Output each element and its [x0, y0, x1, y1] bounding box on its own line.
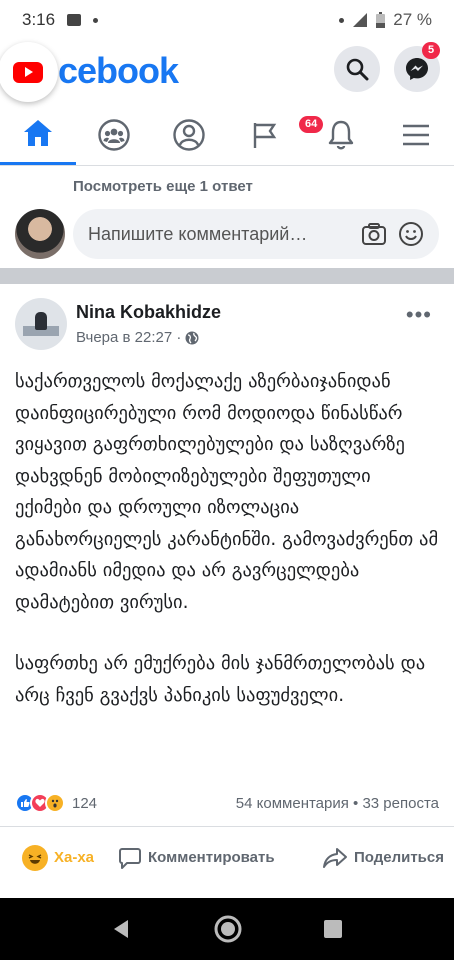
- reactions-bar: 124 54 комментария • 33 репоста: [15, 790, 439, 816]
- author-avatar[interactable]: [15, 298, 67, 350]
- comment-input[interactable]: Напишите комментарий…: [73, 209, 439, 259]
- app-logo: cebook: [58, 50, 179, 91]
- profile-icon: [173, 118, 205, 151]
- post-header: Nina Kobakhidze Вчера в 22:27 · •••: [0, 298, 454, 352]
- share-button[interactable]: Поделиться: [322, 846, 444, 870]
- share-icon: [322, 847, 347, 868]
- comment-button[interactable]: Комментировать: [118, 846, 275, 870]
- messenger-badge: 5: [422, 42, 441, 60]
- status-time: 3:16: [22, 10, 56, 29]
- post-meta: Вчера в 22:27 ·: [76, 329, 199, 346]
- youtube-bubble[interactable]: [0, 42, 58, 102]
- comment-share-stats[interactable]: 54 комментария • 33 репоста: [236, 795, 439, 812]
- home-icon: [23, 120, 52, 146]
- view-more-replies-link[interactable]: Посмотреть еще 1 ответ: [73, 178, 253, 195]
- wow-reaction-icon: [45, 793, 65, 813]
- tab-groups[interactable]: [76, 104, 152, 165]
- flag-icon: [253, 122, 277, 148]
- tab-notifications[interactable]: [303, 104, 379, 165]
- youtube-icon: [13, 61, 43, 83]
- app-header: cebook 5: [0, 40, 454, 102]
- bell-icon: [328, 120, 353, 149]
- comment-input-placeholder: Напишите комментарий…: [88, 223, 308, 244]
- groups-icon: [97, 118, 130, 151]
- message-icon: [67, 14, 82, 26]
- emoji-icon[interactable]: [398, 221, 424, 247]
- tab-profile[interactable]: [151, 104, 227, 165]
- reaction-count[interactable]: 124: [72, 795, 97, 812]
- search-button[interactable]: [334, 46, 380, 92]
- comment-label: Комментировать: [148, 849, 275, 866]
- messenger-button[interactable]: 5: [394, 42, 441, 92]
- globe-icon: [185, 331, 199, 344]
- avatar[interactable]: [15, 209, 65, 259]
- home-nav-icon[interactable]: [213, 914, 243, 944]
- post-paragraph: საქართველოს მოქალაქე აზერბაიჯანიდან დაინ…: [15, 371, 439, 613]
- notification-dot-icon: [93, 17, 99, 23]
- share-label: Поделиться: [353, 849, 444, 866]
- haha-icon: [22, 844, 48, 871]
- notification-dot-icon: [339, 17, 345, 23]
- post-paragraph: საფრთხე არ ემუქრება მის ჯანმრთელობას და …: [15, 653, 426, 706]
- messenger-icon: [406, 58, 428, 80]
- post-body: საქართველოს მოქალაქე აზერბაიჯანიდან დაინ…: [15, 366, 440, 741]
- reaction-icons[interactable]: [15, 793, 65, 813]
- tab-home[interactable]: [0, 104, 76, 165]
- haha-reaction-button[interactable]: Ха-ха: [22, 844, 95, 871]
- back-icon[interactable]: [110, 917, 134, 941]
- system-nav-bar: [0, 898, 454, 960]
- signal-icon: [353, 13, 368, 27]
- comment-icon: [119, 847, 142, 869]
- status-bar: 3:16 27 %: [0, 0, 454, 40]
- post-options-button[interactable]: •••: [406, 302, 432, 328]
- menu-icon: [403, 124, 430, 145]
- battery-icon: [376, 12, 386, 28]
- section-divider: [0, 268, 454, 284]
- comment-composer: Напишите комментарий…: [0, 207, 454, 259]
- recents-icon[interactable]: [322, 918, 344, 940]
- tab-bar: 64: [0, 104, 454, 166]
- haha-label: Ха-ха: [54, 849, 95, 866]
- post-timestamp[interactable]: Вчера в 22:27 ·: [76, 329, 181, 346]
- tab-pages[interactable]: 64: [227, 104, 324, 165]
- search-icon: [346, 58, 369, 81]
- camera-icon[interactable]: [361, 221, 387, 247]
- post-actions: Ха-ха Комментировать Поделиться: [0, 826, 454, 888]
- battery-level: 27 %: [393, 10, 432, 29]
- author-name[interactable]: Nina Kobakhidze: [76, 302, 221, 323]
- tab-menu[interactable]: [378, 104, 454, 165]
